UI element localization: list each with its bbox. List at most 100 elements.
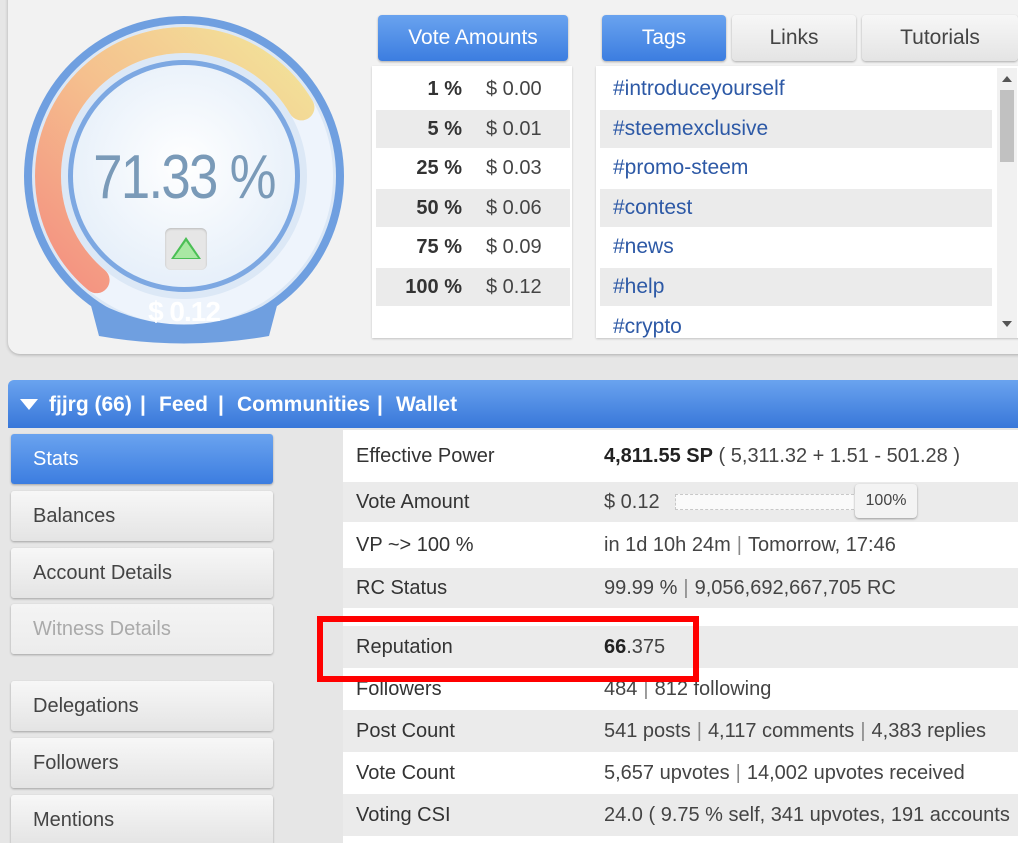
- feed-link[interactable]: Feed: [159, 380, 208, 430]
- stat-value: 484 | 812 following: [604, 678, 772, 700]
- vote-percent: 5 %: [427, 117, 462, 140]
- tags-scrollbar[interactable]: [997, 68, 1017, 338]
- stat-row-vote-count: Vote Count 5,657 upvotes | 14,002 upvotes …: [343, 752, 1018, 794]
- vote-up-button[interactable]: [165, 228, 207, 270]
- tag-link[interactable]: #news: [600, 228, 992, 266]
- reputation-int: 66: [604, 636, 627, 658]
- following-count[interactable]: 812 following: [655, 678, 772, 700]
- scroll-down-icon[interactable]: [1002, 321, 1012, 327]
- tag-link[interactable]: #contest: [600, 188, 992, 227]
- stat-label: Reputation: [356, 636, 453, 658]
- vp-time: in 1d 10h 24m: [604, 534, 731, 556]
- stat-row-voting-csi: Voting CSI 24.0 ( 9.75 % self, 341 upvot…: [343, 794, 1018, 836]
- triangle-up-icon-inner: [174, 241, 198, 258]
- voting-csi-value: 24.0 ( 9.75 % self, 341 upvotes, 191 acc…: [604, 804, 1010, 826]
- sidebar-item-followers[interactable]: Followers: [11, 738, 273, 788]
- scroll-thumb[interactable]: [1000, 90, 1014, 162]
- slider-handle[interactable]: 100%: [855, 484, 917, 518]
- tag-link[interactable]: #help: [600, 268, 992, 306]
- vote-amount: $ 0.00: [486, 78, 542, 100]
- vp-when: Tomorrow, 17:46: [747, 534, 896, 556]
- vote-amount-row[interactable]: 5 % $ 0.01: [376, 109, 570, 148]
- vote-percent: 25 %: [416, 157, 462, 180]
- sidebar-item-witness-details: Witness Details: [11, 604, 273, 654]
- vote-amount-value: $ 0.12: [604, 491, 660, 513]
- vote-amount: $ 0.09: [486, 236, 542, 259]
- account-bar: fjjrg (66) | Feed | Communities | Wallet: [8, 380, 1018, 428]
- stat-label: Vote Count: [356, 762, 455, 784]
- tag-link[interactable]: #steemexclusive: [600, 109, 992, 148]
- stat-value: 99.99 % | 9,056,692,667,705 RC: [604, 577, 896, 599]
- sidebar-item-stats[interactable]: Stats: [11, 434, 273, 484]
- comments-count: 4,117 comments: [707, 720, 855, 742]
- vote-amount: $ 0.12: [486, 276, 542, 298]
- tag-link[interactable]: #promo-steem: [600, 149, 992, 187]
- account-main: Stats Balances Account Details Witness D…: [8, 428, 1018, 843]
- stat-spacer: [343, 608, 1018, 624]
- account-link[interactable]: fjjrg (66): [49, 380, 132, 430]
- vote-amount-row[interactable]: 75 % $ 0.09: [376, 228, 570, 266]
- stat-value: 541 posts | 4,117 comments | 4,383 replies: [604, 720, 987, 742]
- nav-separator: |: [218, 393, 224, 416]
- voting-power-gauge: 71.33 % $ 0.12: [14, 6, 354, 346]
- stat-row-vote-amount: Vote Amount $ 0.12 100%: [343, 482, 1018, 522]
- upvotes-received: 14,002 upvotes received: [746, 762, 965, 784]
- posts-count: 541 posts: [604, 720, 691, 742]
- vote-percent: 1 %: [427, 78, 462, 100]
- vote-value: $ 0.12: [148, 296, 221, 327]
- nav-separator: |: [377, 393, 383, 416]
- stat-label: RC Status: [356, 577, 448, 599]
- vote-percent: 50 %: [416, 196, 462, 219]
- vote-weight-slider[interactable]: [675, 494, 859, 510]
- caret-down-icon[interactable]: [20, 399, 38, 410]
- communities-link[interactable]: Communities: [237, 380, 370, 430]
- tab-tags[interactable]: Tags: [602, 15, 726, 61]
- effective-power-sp: 4,811.55 SP: [604, 445, 713, 467]
- wallet-link[interactable]: Wallet: [396, 380, 457, 430]
- stat-label: Followers: [356, 678, 442, 700]
- tab-tutorials[interactable]: Tutorials: [862, 15, 1018, 61]
- sidebar-item-mentions[interactable]: Mentions: [11, 795, 273, 843]
- stat-row-post-count: Post Count 541 posts | 4,117 comments | 4,38…: [343, 710, 1018, 752]
- vote-amount: $ 0.06: [486, 196, 542, 219]
- stat-label: Post Count: [356, 720, 455, 742]
- vote-amount-row[interactable]: 1 % $ 0.00: [376, 70, 570, 108]
- tag-link[interactable]: #crypto: [600, 308, 992, 338]
- stat-row-followers: Followers 484 | 812 following: [343, 668, 1018, 710]
- stat-row-vp: VP ~> 100 % in 1d 10h 24m | Tomorrow, 17:4…: [343, 522, 1018, 568]
- sidebar-item-delegations[interactable]: Delegations: [11, 681, 273, 731]
- rc-percent: 99.99 %: [604, 577, 678, 599]
- nav-separator: |: [140, 393, 146, 416]
- stat-value: 66.375: [604, 626, 665, 668]
- tag-link[interactable]: #introduceyourself: [600, 70, 992, 108]
- vote-amount: $ 0.03: [486, 157, 542, 180]
- followers-count[interactable]: 484: [604, 678, 637, 700]
- replies-count: 4,383 replies: [871, 720, 987, 742]
- upvotes-count: 5,657 upvotes: [604, 762, 730, 784]
- tab-links[interactable]: Links: [732, 15, 856, 61]
- sidebar-item-account-details[interactable]: Account Details: [11, 548, 273, 598]
- stat-label: VP ~> 100 %: [356, 534, 474, 556]
- vote-amount: $ 0.01: [486, 117, 542, 140]
- stat-value: 4,811.55 SP ( 5,311.32 + 1.51 - 501.28 ): [604, 430, 960, 482]
- vote-percent: 75 %: [416, 236, 462, 259]
- vote-amount-row[interactable]: 100 % $ 0.12: [376, 268, 570, 306]
- vote-percent: 100 %: [405, 276, 462, 298]
- stat-value: 5,657 upvotes | 14,002 upvotes received: [604, 762, 965, 784]
- stat-row-reputation: Reputation 66.375: [343, 626, 1018, 668]
- stat-row-rc-status: RC Status 99.99 % | 9,056,692,667,705 RC: [343, 568, 1018, 608]
- sidebar-item-balances[interactable]: Balances: [11, 491, 273, 541]
- voting-power-percent: 71.33 %: [93, 143, 276, 212]
- vote-amount-row[interactable]: 50 % $ 0.06: [376, 188, 570, 227]
- vote-amount-row[interactable]: 25 % $ 0.03: [376, 149, 570, 187]
- rc-amount: 9,056,692,667,705 RC: [694, 577, 896, 599]
- stat-value: in 1d 10h 24m | Tomorrow, 17:46: [604, 534, 896, 556]
- effective-power-breakdown: ( 5,311.32 + 1.51 - 501.28 ): [712, 445, 961, 467]
- vote-amounts-header[interactable]: Vote Amounts: [378, 15, 568, 61]
- stat-row-effective-power: Effective Power 4,811.55 SP ( 5,311.32 +…: [343, 430, 1018, 482]
- stat-label: Vote Amount: [356, 491, 470, 513]
- scroll-up-icon[interactable]: [1002, 76, 1012, 82]
- stat-label: Effective Power: [356, 445, 495, 467]
- vote-amounts-table: 1 % $ 0.00 5 % $ 0.01 25 % $ 0.03 50 % $ 0.06 75…: [372, 66, 572, 338]
- stat-label: Voting CSI: [356, 804, 451, 826]
